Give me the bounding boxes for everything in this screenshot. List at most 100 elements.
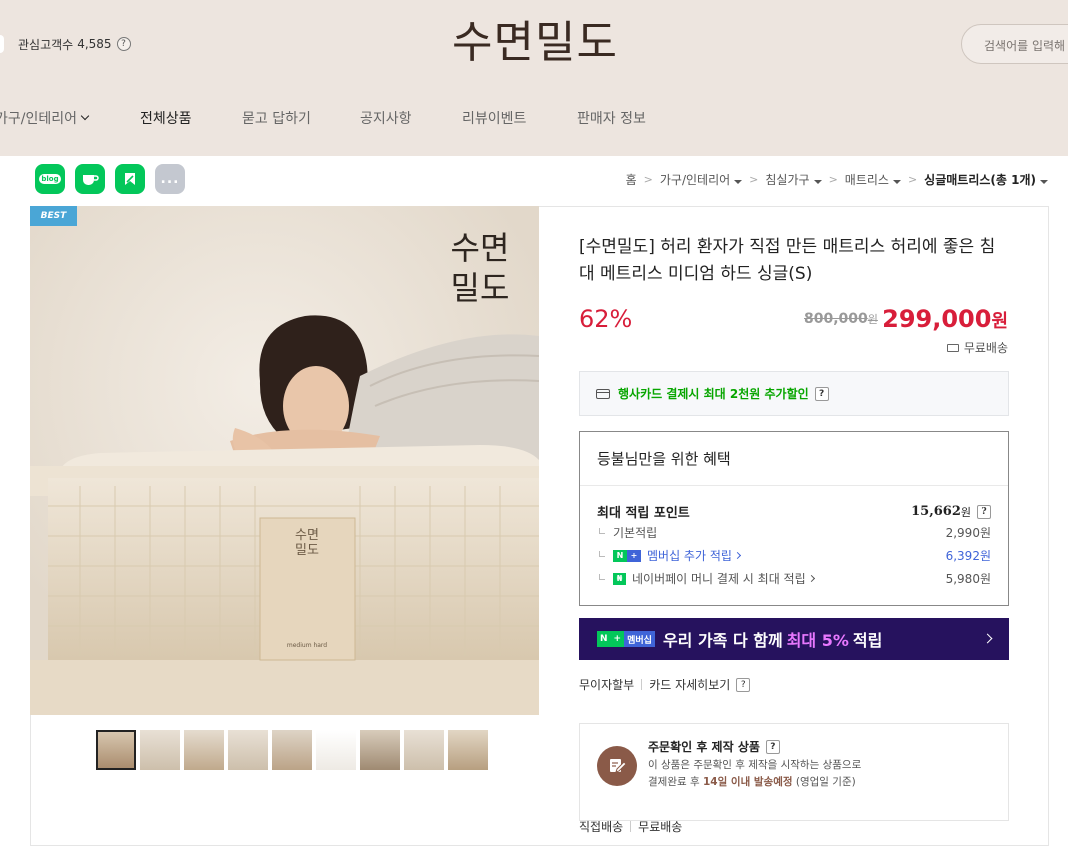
breadcrumb-home[interactable]: 홈 [626, 171, 637, 188]
basic-points-row: 기본적립 2,990원 [597, 524, 991, 541]
blog-label: blog [39, 174, 61, 184]
interest-customers: 관심고객수 4,585 ? [0, 35, 131, 53]
caret-down-icon [813, 180, 822, 184]
thumbnail[interactable] [360, 730, 400, 770]
currency-unit: 원 [867, 313, 878, 326]
desc-line: 이 상품은 주문확인 후 제작을 시작하는 상품으로 [648, 759, 862, 771]
max-points-row: 최대 적립 포인트 15,662 원 ? [597, 502, 991, 521]
interest-count: 4,585 [77, 37, 112, 51]
installment-row: 무이자할부 카드 자세히보기 ? [579, 676, 751, 693]
breadcrumb-bedroom[interactable]: 침실가구 [765, 171, 822, 188]
plus-mark: + [627, 549, 641, 562]
product-title: [수면밀도] 허리 환자가 직접 만든 매트리스 허리에 좋은 침대 메트리스 … [579, 237, 996, 284]
sale-price: 299,000원 [882, 305, 1008, 333]
thumbnail[interactable] [316, 730, 356, 770]
naver-plus-icon: N + [613, 549, 641, 562]
help-icon[interactable]: ? [116, 37, 131, 51]
desc-text: (영업일 기준) [795, 776, 856, 788]
naver-membership-badge: N + 멤버십 [597, 631, 655, 647]
pencil-note-icon [597, 746, 637, 786]
delivery-label: 무료배송 [963, 341, 1008, 355]
product-main-image[interactable]: 수면 밀도 수면 밀도 medium hard [30, 206, 539, 715]
card-discount-banner[interactable]: 행사카드 결제시 최대 2천원 추가할인 ? [579, 371, 1009, 416]
n-mark: N [597, 631, 611, 647]
thumbnail[interactable] [228, 730, 268, 770]
sale-price-value: 299,000 [882, 305, 992, 333]
divider [641, 679, 643, 690]
thumbnail[interactable] [184, 730, 224, 770]
credit-card-icon [596, 388, 610, 399]
help-icon[interactable]: ? [814, 386, 829, 401]
desc-text: 결제완료 후 [648, 776, 700, 788]
bookmark-share-icon[interactable] [115, 164, 145, 194]
help-icon[interactable]: ? [977, 504, 991, 519]
membership-points-value: 6,392원 [945, 549, 991, 563]
breadcrumb-label: 싱글매트리스(총 1개) [924, 173, 1036, 187]
more-share-icon[interactable]: ... [155, 164, 185, 194]
chevron-down-icon [80, 111, 90, 121]
search-input[interactable]: 검색어를 입력해 [961, 24, 1068, 64]
original-price-value: 800,000 [804, 311, 868, 327]
overlay-line: 밀도 [450, 269, 510, 307]
nav-item-qna[interactable]: 묻고 답하기 [242, 108, 311, 128]
thumbnail[interactable] [272, 730, 312, 770]
max-points: 15,662 원 ? [911, 504, 991, 520]
made-to-order-title: 주문확인 후 제작 상품 ? [648, 738, 780, 755]
original-price: 800,000원 [804, 311, 878, 327]
breadcrumb-single-mattress[interactable]: 싱글매트리스(총 1개) [924, 171, 1048, 188]
breadcrumb-separator: > [643, 173, 653, 186]
breadcrumb-furniture[interactable]: 가구/인테리어 [659, 171, 743, 188]
interest-free-link[interactable]: 무이자할부 [579, 676, 634, 693]
breadcrumb-label: 가구/인테리어 [659, 173, 731, 187]
made-to-order-box: 주문확인 후 제작 상품 ? 이 상품은 주문확인 후 제작을 시작하는 상품으… [579, 723, 1009, 821]
breadcrumb-mattress[interactable]: 매트리스 [845, 171, 901, 188]
breadcrumb-label: 매트리스 [844, 173, 889, 187]
basic-points-label: 기본적립 [597, 524, 657, 541]
chevron-right-icon [982, 633, 993, 644]
image-brand-overlay: 수면 밀도 [440, 228, 520, 308]
membership-text-end: 적립 [852, 631, 883, 650]
thumbnail[interactable] [404, 730, 444, 770]
help-icon[interactable]: ? [736, 677, 751, 692]
chevron-right-icon [733, 551, 741, 560]
thumbnail[interactable] [140, 730, 180, 770]
breadcrumb-separator: > [749, 173, 759, 186]
card-details-link[interactable]: 카드 자세히보기 [649, 676, 730, 693]
nav-item-review-event[interactable]: 리뷰이벤트 [462, 108, 526, 128]
store-header: 관심고객수 4,585 ? 수면밀도 검색어를 입력해 가구/인테리어 전체상품… [0, 0, 1068, 156]
cafe-share-icon[interactable] [75, 164, 105, 194]
membership-points-link[interactable]: N + 멤버십 추가 적립 [597, 547, 741, 564]
breadcrumb-separator: > [828, 173, 838, 186]
cup-icon [83, 175, 99, 185]
sub-item-icon [599, 527, 605, 534]
row-label: 멤버십 추가 적립 [647, 549, 732, 563]
row-label: 기본적립 [613, 526, 658, 540]
nav-item-seller-info[interactable]: 판매자 정보 [577, 108, 646, 128]
free-delivery: 무료배송 [638, 820, 683, 834]
thumbnail[interactable] [96, 730, 136, 770]
thumbnail[interactable] [448, 730, 488, 770]
max-points-label: 최대 적립 포인트 [597, 506, 690, 521]
store-logo[interactable]: 수면밀도 [452, 18, 618, 68]
bookmark-icon [125, 173, 135, 185]
membership-accent: 최대 5% [786, 631, 849, 650]
currency-unit: 원 [991, 311, 1008, 332]
caret-down-icon [1040, 180, 1048, 184]
nav-item-all-products[interactable]: 전체상품 [140, 108, 192, 128]
max-points-value: 15,662 [911, 504, 961, 519]
interest-toggle[interactable] [0, 35, 4, 53]
nav-item-furniture[interactable]: 가구/인테리어 [0, 108, 90, 128]
membership-points-row: N + 멤버십 추가 적립 6,392원 [597, 547, 991, 564]
nav-label: 가구/인테리어 [0, 111, 77, 127]
n-mark: N [613, 549, 627, 562]
discount-rate: 62% [579, 305, 633, 333]
tag-caption: medium hard [286, 642, 328, 649]
nav-item-notice[interactable]: 공지사항 [360, 108, 412, 128]
breadcrumb-separator: > [907, 173, 918, 186]
best-badge: BEST [30, 206, 77, 226]
npay-points-link[interactable]: ₦ 네이버페이 머니 결제 시 최대 적립 [597, 570, 815, 587]
blog-share-icon[interactable]: blog [35, 164, 65, 194]
benefit-title: 등불님만을 위한 혜택 [597, 450, 731, 468]
membership-banner[interactable]: N + 멤버십 우리 가족 다 함께 최대 5% 적립 [579, 618, 1009, 660]
help-icon[interactable]: ? [765, 739, 780, 754]
